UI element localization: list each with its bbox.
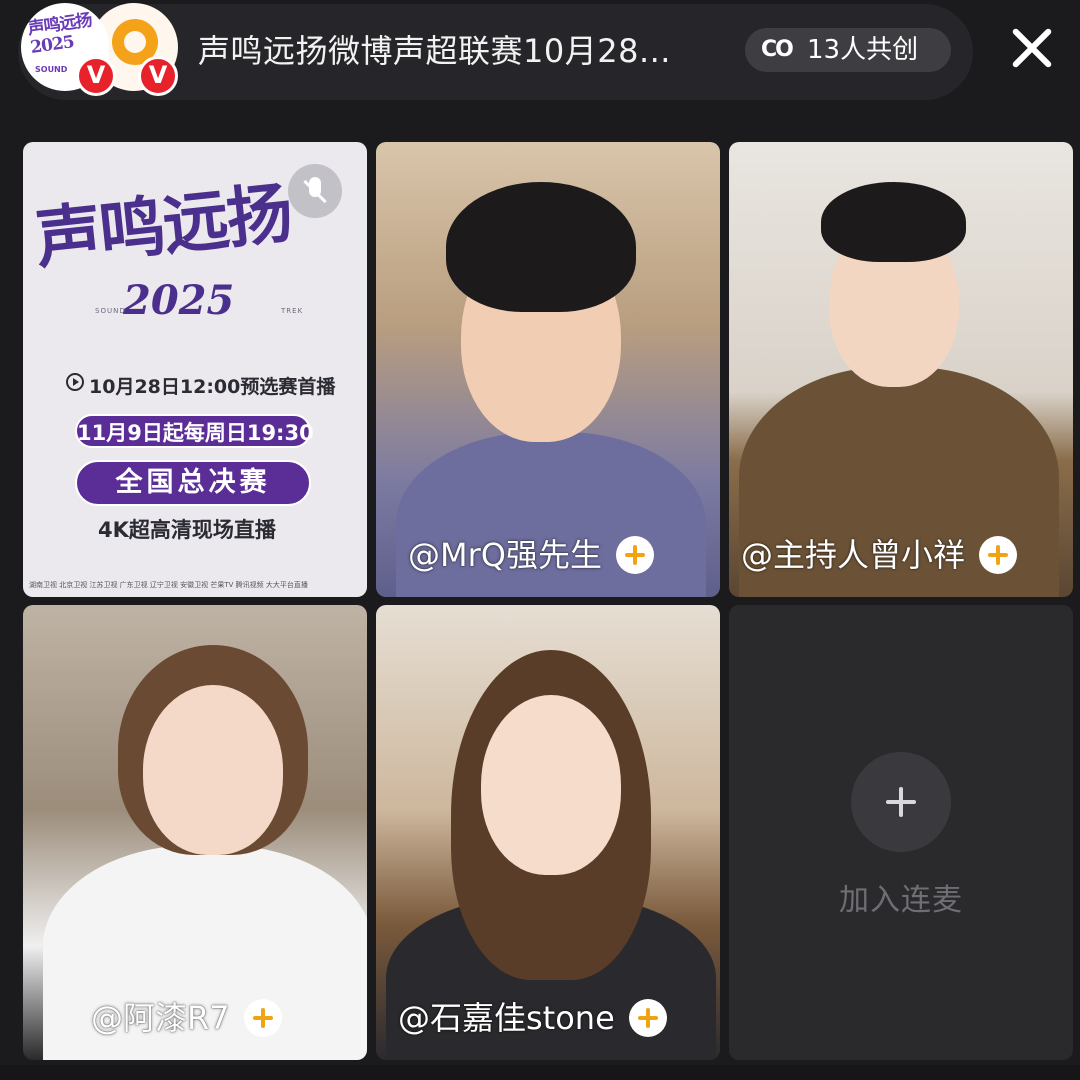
join-mic-tile[interactable]: 加入连麦 — [729, 605, 1073, 1060]
guest-hair — [446, 182, 636, 312]
plus-icon[interactable] — [851, 752, 951, 852]
guest-name[interactable]: @阿漆R7 — [91, 998, 230, 1038]
join-mic-label[interactable]: 加入连麦 — [729, 875, 1073, 919]
co-create-icon: CO — [761, 37, 794, 62]
guest-name-tag: @MrQ强先生 — [408, 535, 654, 575]
guest-tile-host[interactable]: @主持人曾小祥 — [729, 142, 1073, 597]
co-create-button[interactable]: CO 13人共创 — [745, 28, 951, 72]
bottom-edge — [0, 1065, 1080, 1080]
avatar-logo-text: 声鸣远扬2025 — [26, 10, 93, 58]
live-room-header: 声鸣远扬2025 SOUND V V 声鸣远扬微博声超联赛10月28... CO… — [0, 0, 1080, 120]
mic-muted-icon — [288, 164, 342, 218]
follow-plus-icon[interactable] — [615, 536, 654, 574]
guest-hair — [821, 182, 966, 262]
poster-stream-line: 4K超高清现场直播 — [98, 518, 276, 542]
poster-sound-text: SOUND — [95, 307, 126, 315]
guest-name[interactable]: @主持人曾小祥 — [741, 535, 965, 575]
avatar-logo-sub: SOUND — [35, 65, 68, 74]
verified-icon: V — [76, 56, 116, 96]
guest-tile-aqi[interactable]: @阿漆R7 — [23, 605, 367, 1060]
follow-plus-icon[interactable] — [243, 999, 282, 1037]
guest-name[interactable]: @石嘉佳stone — [398, 998, 615, 1038]
follow-plus-icon[interactable] — [979, 536, 1018, 574]
guest-face — [481, 695, 621, 875]
guest-tile-mrq[interactable]: @MrQ强先生 — [376, 142, 720, 597]
guest-name-tag: @阿漆R7 — [91, 998, 282, 1038]
poster-weekly-line: 11月9日起每周日19:30 — [75, 414, 314, 448]
poster-tile[interactable]: 声鸣远扬 2025 SOUND TREK 10月28日12:00预选赛首播 11… — [23, 142, 367, 597]
poster-final-line: 全国总决赛 — [75, 460, 311, 506]
room-title[interactable]: 声鸣远扬微博声超联赛10月28... — [198, 26, 718, 76]
guest-name-tag: @石嘉佳stone — [398, 998, 667, 1038]
play-icon — [66, 373, 84, 391]
co-create-count: 13人共创 — [807, 35, 919, 65]
guest-name-tag: @主持人曾小祥 — [741, 535, 1018, 575]
poster-cities-line: 湖南卫视 北京卫视 江苏卫视 广东卫视 辽宁卫视 安徽卫视 芒果TV 腾讯视频 … — [29, 581, 308, 589]
close-icon[interactable] — [1004, 20, 1060, 76]
guest-name[interactable]: @MrQ强先生 — [408, 535, 602, 575]
follow-plus-icon[interactable] — [628, 999, 667, 1037]
guest-face — [143, 685, 283, 855]
poster-trek-text: TREK — [281, 307, 304, 315]
guest-tile-stone[interactable]: @石嘉佳stone — [376, 605, 720, 1060]
poster-date-line: 10月28日12:00预选赛首播 — [89, 376, 336, 398]
verified-icon: V — [138, 56, 178, 96]
poster-year: 2025 — [123, 277, 235, 324]
